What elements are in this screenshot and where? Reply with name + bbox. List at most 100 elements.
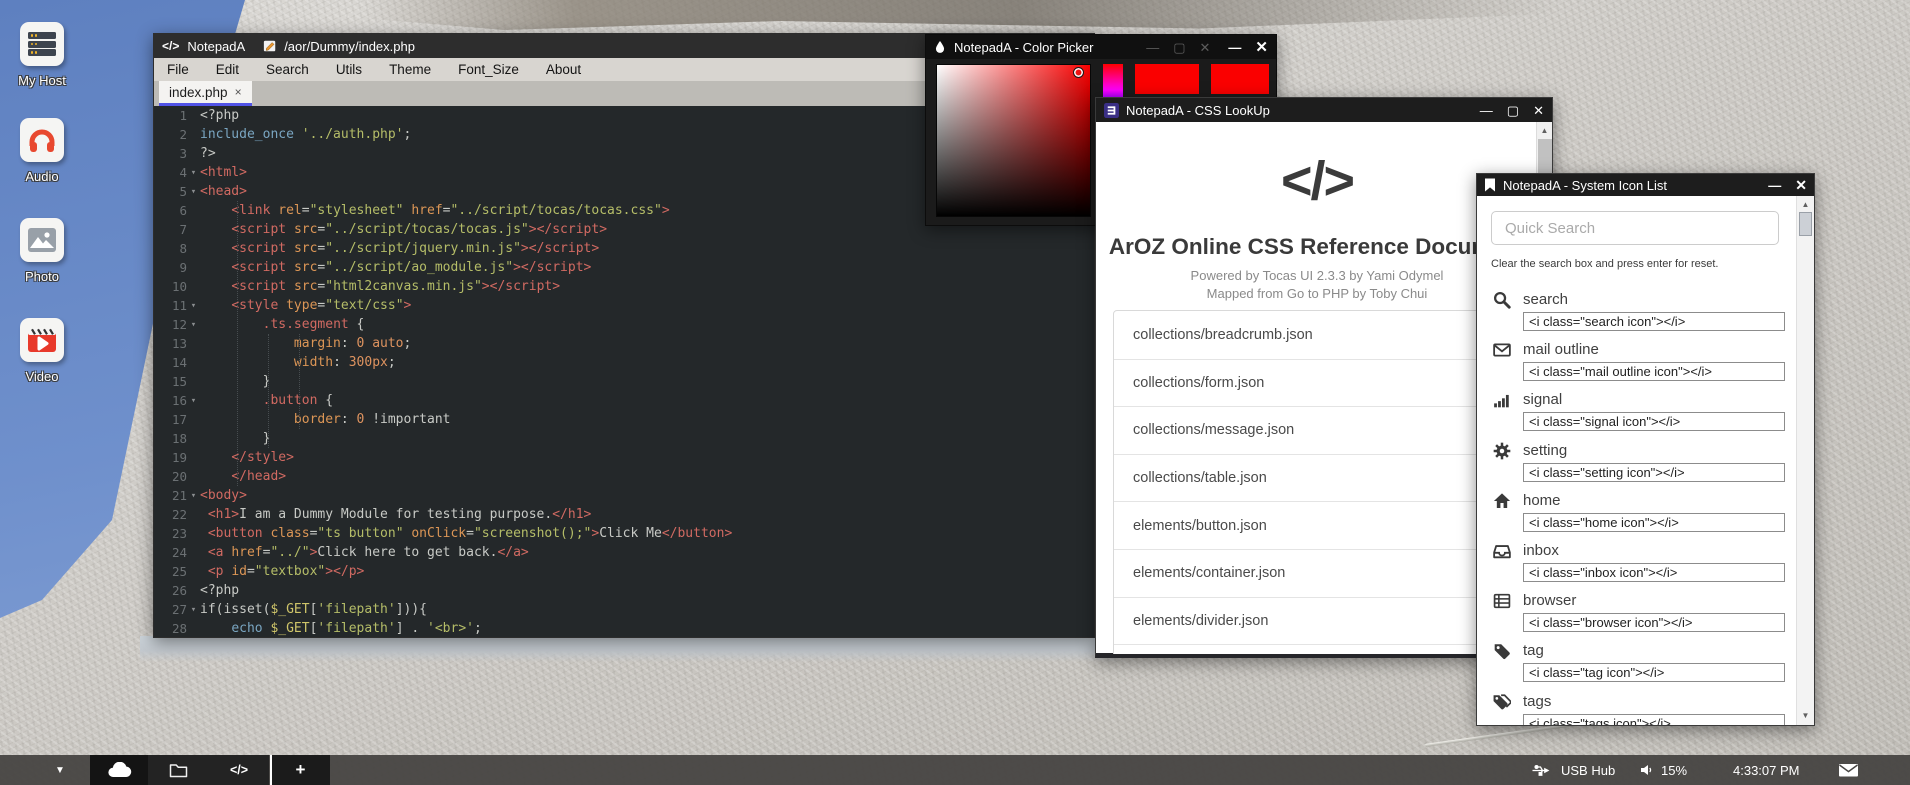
line-number: 3 [154,144,187,163]
current-color-swatch[interactable] [1135,64,1199,94]
line-number: 15 [154,372,187,391]
fold-arrow-icon[interactable]: ▾ [187,182,200,201]
icon-name: tags [1523,693,1551,710]
icon-code-input[interactable] [1523,362,1785,381]
clock-tray-item[interactable]: 4:33:07 PM [1733,755,1800,785]
menu-item-font_size[interactable]: Font_Size [458,62,519,77]
close-icon[interactable]: ✕ [1200,41,1211,54]
minimize-icon[interactable]: — [1480,104,1493,117]
search-input[interactable] [1491,211,1779,245]
tag-icon [1493,642,1511,660]
css-ref-list-item[interactable]: collections/form.json [1114,359,1532,407]
code-text: ?> [200,144,216,163]
taskbar-expand-chevron[interactable]: ▼ [40,755,80,785]
line-number: 23 [154,524,187,543]
system-icon-list-titlebar[interactable]: NotepadA - System Icon List — ✕ [1477,174,1814,196]
icon-code-input[interactable] [1523,714,1785,725]
menu-item-theme[interactable]: Theme [389,62,431,77]
code-text: <script src="../script/jquery.min.js"></… [200,239,599,258]
css-lookup-titlebar[interactable]: NotepadA - CSS LookUp — ▢ ✕ [1096,98,1552,122]
tab-label: index.php [169,85,228,100]
icon-code-input[interactable] [1523,563,1785,582]
system-icon-list-window: NotepadA - System Icon List — ✕ Clear th… [1476,173,1815,726]
messages-tray-item[interactable] [1838,755,1859,785]
notepada-logo-icon: </> [162,39,179,53]
line-number: 8 [154,239,187,258]
tab-close-icon[interactable]: × [235,85,242,99]
menu-item-about[interactable]: About [546,62,581,77]
minimize-icon[interactable]: — [1768,179,1781,192]
tab-index-php[interactable]: index.php × [159,81,252,106]
icon-code-input[interactable] [1523,463,1785,482]
scroll-up-icon[interactable]: ▲ [1797,196,1814,212]
float-minimize-icon[interactable]: — [1228,41,1241,54]
taskbar-add-button[interactable]: + [272,755,330,785]
icon-name: signal [1523,391,1562,408]
menu-item-search[interactable]: Search [266,62,309,77]
css-ref-list-item[interactable]: collections/table.json [1114,454,1532,502]
desktop-icon-audio[interactable]: Audio [0,118,84,184]
minimize-icon[interactable]: — [1146,41,1159,54]
saturation-value-gradient[interactable] [936,64,1091,217]
fold-gutter [187,353,200,372]
line-number: 22 [154,505,187,524]
icon-code-input[interactable] [1523,513,1785,532]
volume-tray-item[interactable]: 15% [1640,755,1687,785]
taskbar-item-file-explorer[interactable] [148,755,209,785]
menu-item-edit[interactable]: Edit [216,62,239,77]
css-ref-list-item[interactable]: collections/breadcrumb.json [1114,311,1532,359]
code-text: <script src="../script/tocas/tocas.js"><… [200,220,607,239]
color-cursor[interactable] [1073,67,1084,78]
close-icon[interactable]: ✕ [1795,178,1807,192]
desktop-icon-video[interactable]: Video [0,318,84,384]
wallpaper-snow-band [140,636,1120,662]
css-ref-list-item[interactable]: elements/container.json [1114,549,1532,597]
menu-item-utils[interactable]: Utils [336,62,362,77]
scroll-down-icon[interactable]: ▼ [1797,707,1814,723]
float-close-icon[interactable]: ✕ [1255,40,1268,55]
taskbar: ▼ </> + [0,755,1910,785]
icon-code-input[interactable] [1523,613,1785,632]
scrollbar-thumb[interactable] [1799,212,1812,236]
fold-arrow-icon[interactable]: ▾ [187,600,200,619]
fold-arrow-icon[interactable]: ▾ [187,163,200,182]
menu-item-file[interactable]: File [167,62,189,77]
maximize-icon[interactable]: ▢ [1173,41,1185,54]
selected-color-swatch[interactable] [1211,64,1269,94]
line-number: 16 [154,391,187,410]
code-text: .ts.segment { [200,315,364,334]
icon-code-input[interactable] [1523,412,1785,431]
css-ref-list-item[interactable]: elements/button.json [1114,501,1532,549]
line-number: 1 [154,106,187,125]
code-line: 20 </head> [154,467,1094,486]
fold-arrow-icon[interactable]: ▾ [187,486,200,505]
icon-code-input[interactable] [1523,663,1785,682]
fold-gutter [187,144,200,163]
fold-arrow-icon[interactable]: ▾ [187,315,200,334]
taskbar-item-cloud-desktop[interactable] [90,755,148,785]
signal-icon [1493,391,1511,409]
usb-tray-item[interactable]: USB Hub [1531,755,1615,785]
desktop-icon-photo[interactable]: Photo [0,218,84,284]
css-ref-list-item[interactable]: collections/message.json [1114,406,1532,454]
scroll-up-icon[interactable]: ▲ [1537,122,1552,138]
icon-code-input[interactable] [1523,312,1785,331]
cloud-icon [106,762,132,778]
close-icon[interactable]: ✕ [1533,104,1544,117]
desktop-icon-label: Photo [0,269,84,284]
fold-gutter [187,220,200,239]
code-line: 28 echo $_GET['filepath'] . '<br>'; [154,619,1094,638]
icon-list-scrollbar[interactable]: ▲ ▼ [1796,196,1814,725]
maximize-icon[interactable]: ▢ [1507,104,1519,117]
fold-arrow-icon[interactable]: ▾ [187,296,200,315]
desktop-icon-my-host[interactable]: My Host [0,22,84,88]
color-picker-titlebar[interactable]: NotepadA - Color Picker — ▢ ✕ — ✕ [926,35,1276,59]
taskbar-item-notepada[interactable]: </> [209,755,269,785]
code-text: <script src="../script/ao_module.js"></s… [200,258,591,277]
css-ref-list-item[interactable]: elements/divider.json [1114,597,1532,645]
indent-guide [268,334,269,448]
line-number: 17 [154,410,187,429]
powered-by-line: Powered by Tocas UI 2.3.3 by Yami Odymel [1096,268,1538,283]
code-line: 25 <p id="textbox"></p> [154,562,1094,581]
fold-arrow-icon[interactable]: ▾ [187,391,200,410]
